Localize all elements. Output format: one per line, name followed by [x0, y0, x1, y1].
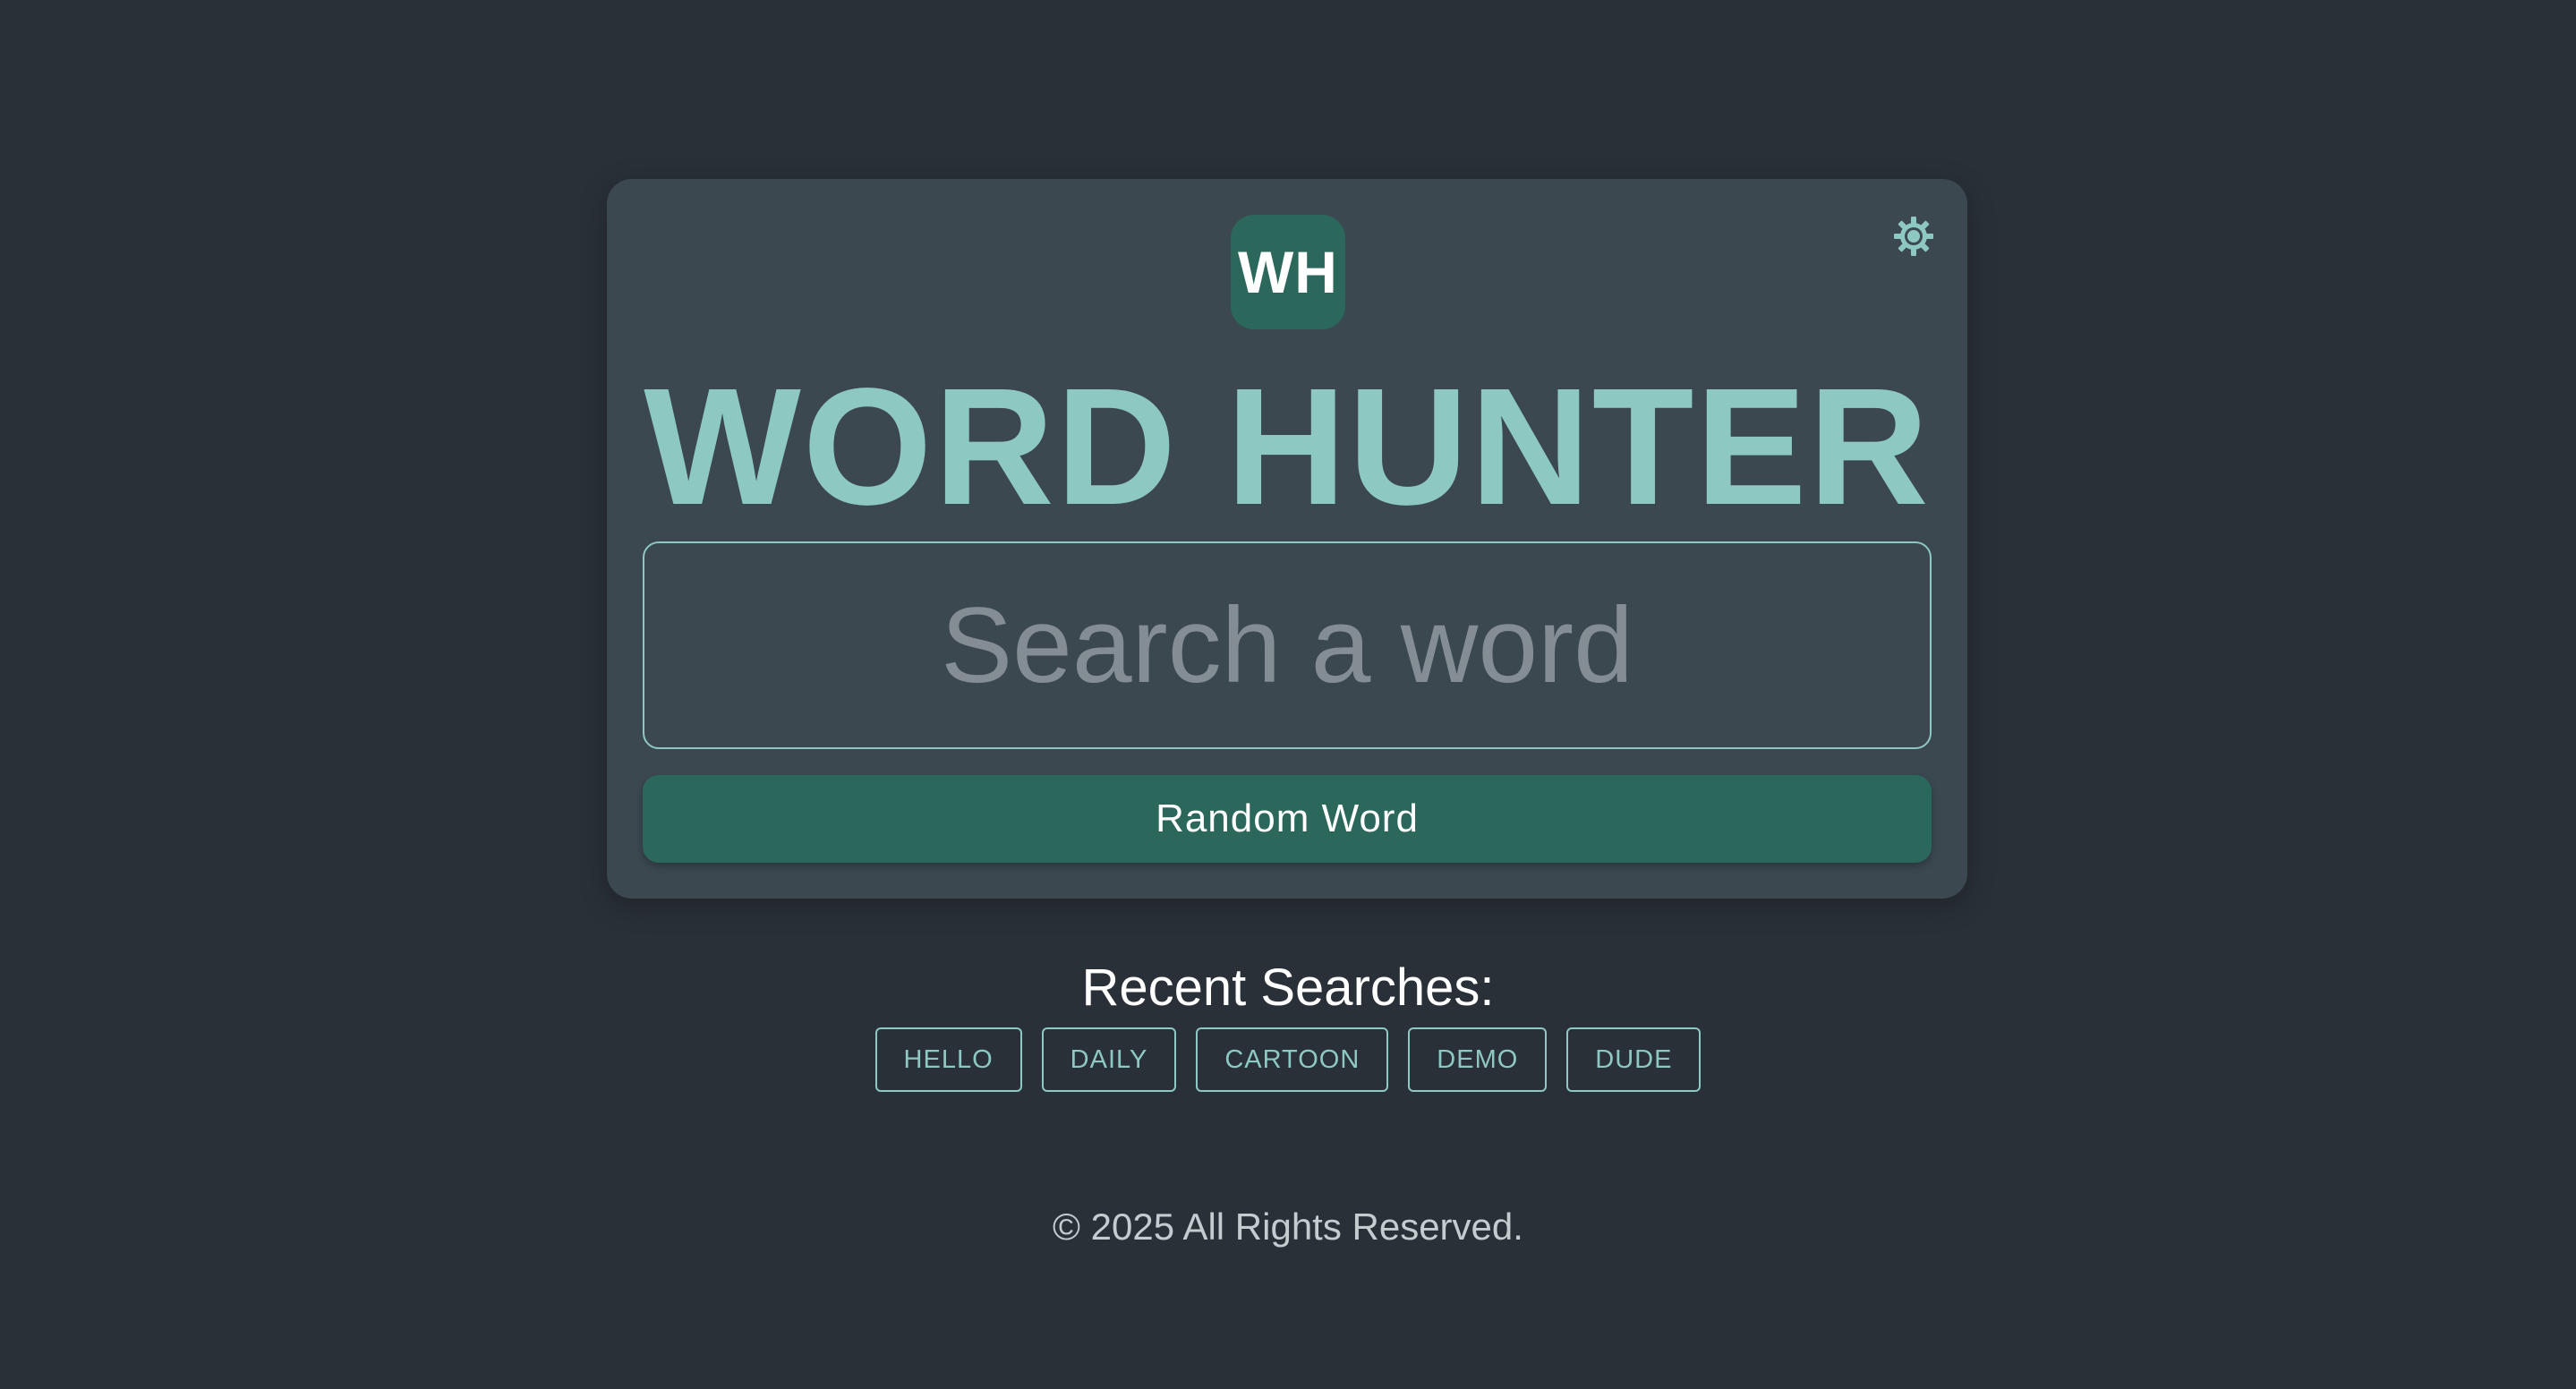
- footer-copyright: © 2025 All Rights Reserved.: [1053, 1206, 1523, 1248]
- recent-search-chip-daily[interactable]: DAILY: [1041, 1027, 1177, 1092]
- recent-searches-list: HELLO DAILY CARTOON DEMO DUDE: [0, 1027, 2576, 1092]
- logo-text: WH: [1238, 239, 1338, 305]
- theme-toggle-button[interactable]: [1887, 211, 1941, 265]
- sun-icon: [1892, 215, 1935, 262]
- recent-searches-heading: Recent Searches:: [1081, 959, 1495, 1017]
- app-logo: WH: [1231, 215, 1345, 329]
- search-input[interactable]: [643, 541, 1932, 749]
- app-title: WORD HUNTER: [644, 354, 1931, 540]
- recent-search-chip-demo[interactable]: DEMO: [1408, 1027, 1548, 1092]
- recent-search-chip-hello[interactable]: HELLO: [874, 1027, 1022, 1092]
- recent-search-chip-dude[interactable]: DUDE: [1566, 1027, 1702, 1092]
- recent-search-chip-cartoon[interactable]: CARTOON: [1196, 1027, 1389, 1092]
- search-card: WH WORD HUNTER R: [607, 179, 1967, 899]
- random-word-label: Random Word: [1156, 797, 1419, 840]
- random-word-button[interactable]: Random Word: [643, 775, 1932, 863]
